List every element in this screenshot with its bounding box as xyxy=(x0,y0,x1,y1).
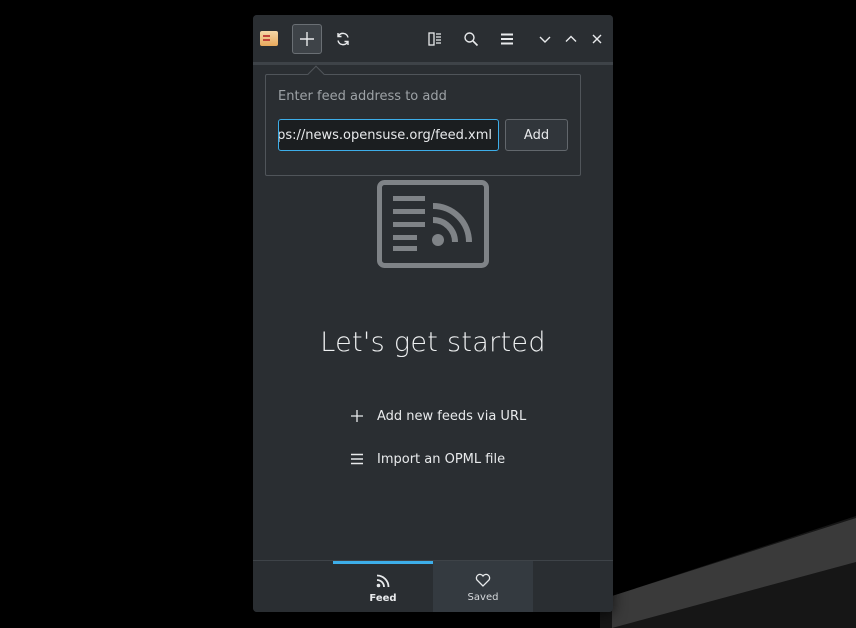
close-button[interactable] xyxy=(582,24,612,54)
search-icon xyxy=(464,32,479,47)
tab-feed[interactable]: Feed xyxy=(333,561,433,612)
add-feed-popup: Enter feed address to add https://news.o… xyxy=(265,65,581,176)
minimize-icon xyxy=(539,36,551,43)
menu-button[interactable] xyxy=(492,24,522,54)
page-title: Let's get started xyxy=(320,327,546,358)
app-icon xyxy=(260,31,278,46)
maximize-icon xyxy=(565,35,577,42)
add-feeds-label: Add new feeds via URL xyxy=(377,408,527,424)
popup-label: Enter feed address to add xyxy=(278,89,447,104)
add-feeds-via-url-link[interactable]: Add new feeds via URL xyxy=(349,405,526,427)
menu-lines-icon xyxy=(349,451,365,467)
rss-feed-placeholder-icon xyxy=(377,180,489,272)
app-window: Enter feed address to add https://news.o… xyxy=(253,15,613,612)
plus-icon xyxy=(349,408,365,424)
tab-saved-label: Saved xyxy=(467,591,499,603)
add-icon xyxy=(300,32,314,46)
feed-url-input[interactable]: https://news.opensuse.org/feed.xml xyxy=(278,119,499,151)
search-button[interactable] xyxy=(456,24,486,54)
popup-arrow xyxy=(307,65,325,83)
bottom-tab-bar: Feed Saved xyxy=(253,560,613,612)
import-opml-label: Import an OPML file xyxy=(377,451,506,467)
menu-icon xyxy=(501,33,513,45)
tab-feed-label: Feed xyxy=(369,593,397,604)
close-icon xyxy=(592,34,602,44)
title-bar xyxy=(253,15,613,63)
import-opml-link[interactable]: Import an OPML file xyxy=(349,448,505,470)
refresh-icon xyxy=(337,32,349,46)
title-separator xyxy=(253,62,613,65)
feed-url-value: https://news.opensuse.org/feed.xml xyxy=(278,127,492,143)
rss-icon xyxy=(376,573,390,589)
refresh-button[interactable] xyxy=(328,24,358,54)
heart-icon xyxy=(475,572,491,588)
view-mode-button[interactable] xyxy=(420,24,450,54)
add-button[interactable]: Add xyxy=(505,119,568,151)
add-feed-button[interactable] xyxy=(292,24,322,54)
tab-saved[interactable]: Saved xyxy=(433,561,533,612)
view-icon xyxy=(428,32,441,46)
